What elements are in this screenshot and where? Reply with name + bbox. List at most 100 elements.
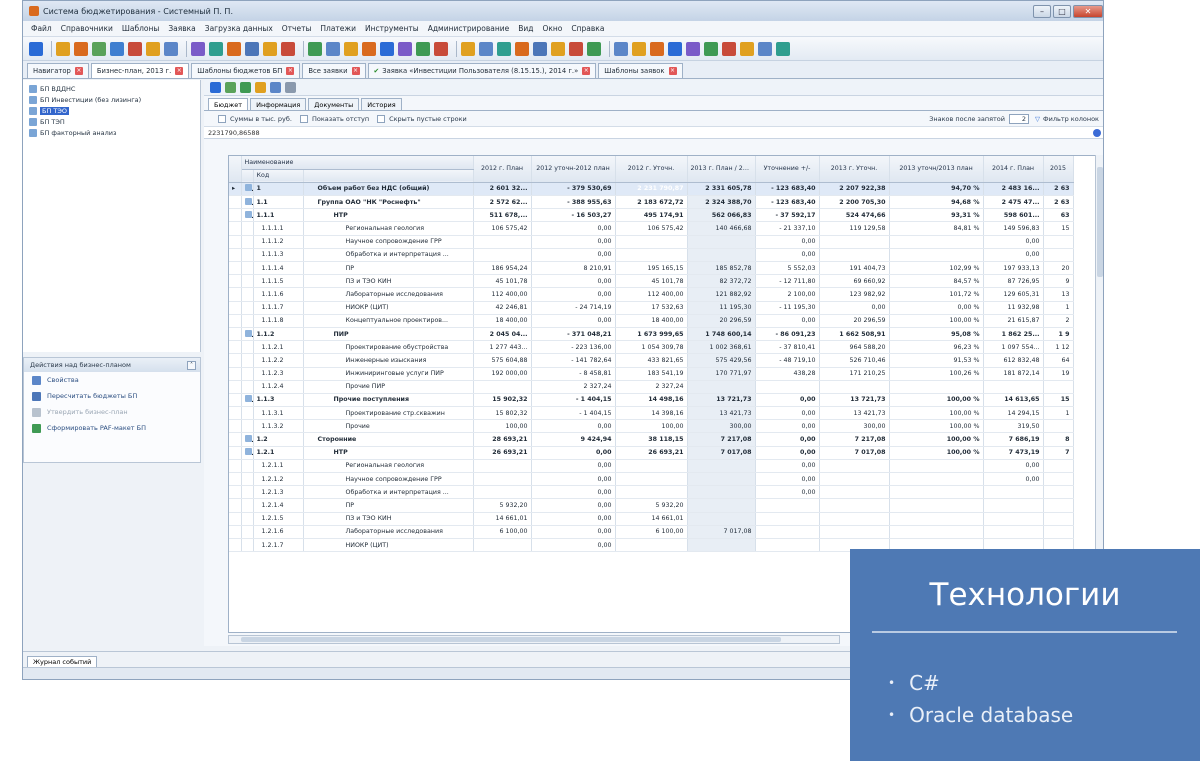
toolbar-tool-icon[interactable] (29, 41, 43, 56)
value-cell[interactable]: 2 63 (1043, 182, 1074, 197)
name-cell[interactable]: Лабораторные исследования (303, 525, 474, 539)
value-cell[interactable]: 95,08 % (889, 327, 984, 342)
value-cell[interactable] (1043, 248, 1074, 263)
value-cell[interactable]: - 21 337,10 (755, 221, 820, 236)
row-indicator[interactable] (229, 340, 242, 355)
value-cell[interactable]: 0,00 (983, 248, 1044, 263)
value-cell[interactable]: 82 372,72 (687, 274, 756, 289)
document-tab[interactable]: Шаблоны заявок × (598, 63, 683, 78)
toolbar-tool-icon[interactable] (650, 41, 664, 56)
table-row[interactable]: 1.2.1.2 Научное сопровождение ГРР 0,00 0,00… (229, 472, 1074, 487)
value-cell[interactable]: 20 (1043, 261, 1074, 276)
value-cell[interactable]: 0,00 (531, 459, 616, 474)
toolbar-tool-icon[interactable] (740, 41, 754, 56)
value-cell[interactable]: 94,70 % (889, 182, 984, 197)
value-cell[interactable]: 0,00 (755, 235, 820, 249)
value-cell[interactable]: 0,00 (983, 459, 1044, 474)
value-cell[interactable] (687, 485, 756, 500)
table-row[interactable]: 1.1.2 ПИР 2 045 04... - 371 048,21 1 673 999… (229, 327, 1074, 342)
header-col-2[interactable]: 2012 г. Уточн. (615, 156, 688, 183)
value-cell[interactable]: 300,00 (819, 419, 890, 434)
table-row[interactable]: 1.1.1 НТР 511 678,... - 16 503,27 495 174,91… (229, 208, 1074, 223)
toolbar-tool-icon[interactable] (209, 41, 223, 56)
value-cell[interactable] (1043, 380, 1074, 394)
inner-tab[interactable]: Бюджет (208, 98, 249, 110)
value-cell[interactable]: 0,00 (531, 274, 616, 289)
code-cell[interactable]: 1.1.1.6 (253, 287, 304, 302)
code-cell[interactable]: 1.1.1.2 (253, 235, 304, 249)
value-cell[interactable]: 1 (1043, 301, 1074, 315)
value-cell[interactable]: 0,00 (755, 446, 820, 460)
row-indicator[interactable] (229, 472, 242, 487)
document-tab[interactable]: Шаблоны бюджетов БП × (191, 63, 301, 78)
toolbar-tool-icon[interactable] (686, 41, 700, 56)
value-cell[interactable]: 84,57 % (889, 274, 984, 289)
value-cell[interactable]: 0,00 (531, 314, 616, 328)
value-cell[interactable]: 100,00 (473, 419, 532, 434)
value-cell[interactable]: 15 (1043, 393, 1074, 408)
value-cell[interactable]: 42 246,81 (473, 301, 532, 315)
value-cell[interactable]: 0,00 (531, 221, 616, 236)
row-indicator[interactable] (229, 248, 242, 263)
value-cell[interactable]: 8 210,91 (531, 261, 616, 276)
value-cell[interactable]: 100,00 % (889, 432, 984, 447)
row-indicator[interactable] (229, 485, 242, 500)
value-cell[interactable] (889, 498, 984, 513)
name-cell[interactable]: ПИР (303, 327, 474, 342)
code-cell[interactable]: 1 (253, 182, 304, 197)
value-cell[interactable]: 112 400,00 (473, 287, 532, 302)
value-cell[interactable] (819, 459, 890, 474)
value-cell[interactable] (473, 380, 532, 394)
row-indicator[interactable] (229, 393, 242, 408)
value-cell[interactable] (687, 380, 756, 394)
value-cell[interactable]: 6 100,00 (615, 525, 688, 539)
value-cell[interactable]: 1 673 999,65 (615, 327, 688, 342)
close-tab-icon[interactable]: × (351, 67, 360, 75)
value-cell[interactable]: 2 483 16... (983, 182, 1044, 197)
menu-item[interactable]: Заявка (168, 24, 195, 33)
value-cell[interactable]: 964 588,20 (819, 340, 890, 355)
value-cell[interactable]: 1 054 309,78 (615, 340, 688, 355)
toolbar-tool-icon[interactable] (263, 41, 277, 56)
value-cell[interactable] (983, 485, 1044, 500)
hide-empty-checkbox[interactable] (377, 114, 386, 123)
toolbar-tool-icon[interactable] (245, 41, 259, 56)
table-row[interactable]: 1.2.1.5 ПЗ и ТЭО КИН 14 661,01 0,00 14 661,0… (229, 512, 1074, 526)
value-cell[interactable]: 18 400,00 (473, 314, 532, 328)
value-cell[interactable] (473, 538, 532, 553)
value-cell[interactable]: 0,00 (531, 235, 616, 249)
value-cell[interactable]: - 37 592,17 (755, 208, 820, 223)
view-tool-icon[interactable] (210, 82, 221, 93)
value-cell[interactable]: 8 (1043, 432, 1074, 447)
value-cell[interactable]: 0,00 (755, 248, 820, 263)
value-cell[interactable]: 0,00 (755, 459, 820, 474)
value-cell[interactable]: 511 678,... (473, 208, 532, 223)
row-indicator[interactable] (229, 525, 242, 539)
name-cell[interactable]: ПЗ и ТЭО КИН (303, 274, 474, 289)
value-cell[interactable]: 69 660,92 (819, 274, 890, 289)
name-cell[interactable]: Лабораторные исследования (303, 287, 474, 302)
value-cell[interactable] (1043, 512, 1074, 526)
value-cell[interactable] (615, 472, 688, 487)
code-cell[interactable]: 1.2.1.2 (253, 472, 304, 487)
toolbar-tool-icon[interactable] (326, 41, 340, 56)
value-cell[interactable]: 2 601 32... (473, 182, 532, 197)
view-tool-icon[interactable] (270, 82, 281, 93)
toolbar-tool-icon[interactable] (434, 41, 448, 56)
value-cell[interactable]: 102,99 % (889, 261, 984, 276)
toolbar-tool-icon[interactable] (479, 41, 493, 56)
value-cell[interactable]: 181 872,14 (983, 367, 1044, 381)
code-cell[interactable]: 1.2.1 (253, 446, 304, 460)
value-cell[interactable] (687, 538, 756, 553)
menu-item[interactable]: Справка (571, 24, 604, 33)
name-cell[interactable]: ПЗ и ТЭО КИН (303, 512, 474, 526)
value-cell[interactable]: 7 017,08 (687, 446, 756, 460)
value-cell[interactable]: 101,72 % (889, 287, 984, 302)
value-cell[interactable]: - 1 404,15 (531, 406, 616, 421)
toolbar-tool-icon[interactable] (614, 41, 628, 56)
toolbar-tool-icon[interactable] (722, 41, 736, 56)
toolbar-tool-icon[interactable] (380, 41, 394, 56)
row-indicator[interactable] (229, 380, 242, 394)
value-cell[interactable]: 300,00 (687, 419, 756, 434)
table-row[interactable]: 1.1.1.3 Обработка и интерпретация ... 0,00… (229, 248, 1074, 263)
